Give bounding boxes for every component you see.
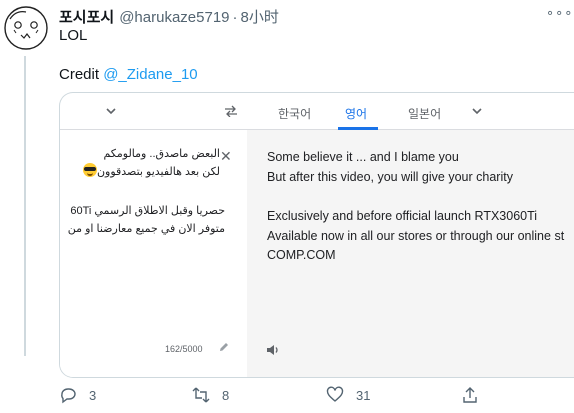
source-line: البعض ماصدق.. ومالومكم xyxy=(103,148,220,160)
mention-link[interactable]: @_Zidane_10 xyxy=(103,66,197,83)
speaker-icon[interactable] xyxy=(266,343,280,357)
heart-icon xyxy=(326,386,344,402)
translation-pane: Some believe it ... and I blame you But … xyxy=(247,130,574,377)
avatar[interactable] xyxy=(2,4,50,52)
retweet-button[interactable]: 8 xyxy=(192,386,229,404)
reply-icon xyxy=(61,388,76,404)
source-text-pane[interactable]: ✕ البعض ماصدق.. ومالومكم لكن بعد هالفيدي… xyxy=(60,130,247,377)
thread-line xyxy=(24,56,26,356)
translation-line: Available now in all our stores or throu… xyxy=(267,229,565,243)
share-button[interactable] xyxy=(461,386,479,404)
tweet-time[interactable]: 8小时 xyxy=(241,6,279,27)
tweet-text: LOL xyxy=(59,27,88,44)
source-line-with-emoji: لكن بعد هالفيديو بتصدقوون xyxy=(80,163,220,181)
language-bar: 한국어 영어 일본어 xyxy=(60,93,574,130)
chevron-down-icon[interactable] xyxy=(471,105,483,117)
chevron-down-icon[interactable] xyxy=(105,105,117,117)
user-handle[interactable]: @harukaze5719 xyxy=(119,9,229,26)
lang-tab-korean[interactable]: 한국어 xyxy=(278,105,311,122)
reply-count: 3 xyxy=(89,387,97,403)
character-count: 162/5000 xyxy=(165,344,203,354)
source-line: حصريا وقبل الاطلاق الرسمي 60Ti xyxy=(70,205,225,217)
more-options-button[interactable]: ∘∘∘ xyxy=(546,6,572,20)
translate-screenshot[interactable]: 한국어 영어 일본어 ✕ البعض ماصدق.. ومالومكم لكن … xyxy=(59,92,574,378)
sunglasses-emoji-icon xyxy=(82,163,97,177)
translation-line: Exclusively and before official launch R… xyxy=(267,209,538,223)
pencil-icon[interactable] xyxy=(218,341,230,353)
tweet-credit-line: Credit @_Zidane_10 xyxy=(59,66,198,83)
translation-line: Some believe it ... and I blame you xyxy=(267,150,459,164)
reply-button[interactable]: 3 xyxy=(59,386,96,404)
source-line: لكن بعد هالفيديو بتصدقوون xyxy=(96,166,220,178)
retweet-icon xyxy=(192,387,210,403)
like-button[interactable]: 31 xyxy=(326,386,370,404)
display-name[interactable]: 포시포시 xyxy=(59,6,114,27)
share-icon xyxy=(463,387,477,403)
source-line: متوفر الان في جميع معارضنا او من xyxy=(67,223,225,235)
translation-line: But after this video, you will give your… xyxy=(267,170,513,184)
tweet-header: 포시포시 @harukaze5719 · 8小时 xyxy=(59,6,279,27)
retweet-count: 8 xyxy=(222,387,230,403)
close-icon[interactable]: ✕ xyxy=(220,148,232,165)
tweet-actions: 3 8 31 xyxy=(59,386,574,410)
credit-label: Credit xyxy=(59,66,104,83)
translation-line: COMP.COM xyxy=(267,248,336,262)
like-count: 31 xyxy=(356,387,371,403)
swap-arrows-icon[interactable] xyxy=(224,105,238,117)
separator-dot: · xyxy=(232,9,238,26)
lang-tab-english[interactable]: 영어 xyxy=(345,105,367,122)
lang-tab-japanese[interactable]: 일본어 xyxy=(408,105,441,122)
